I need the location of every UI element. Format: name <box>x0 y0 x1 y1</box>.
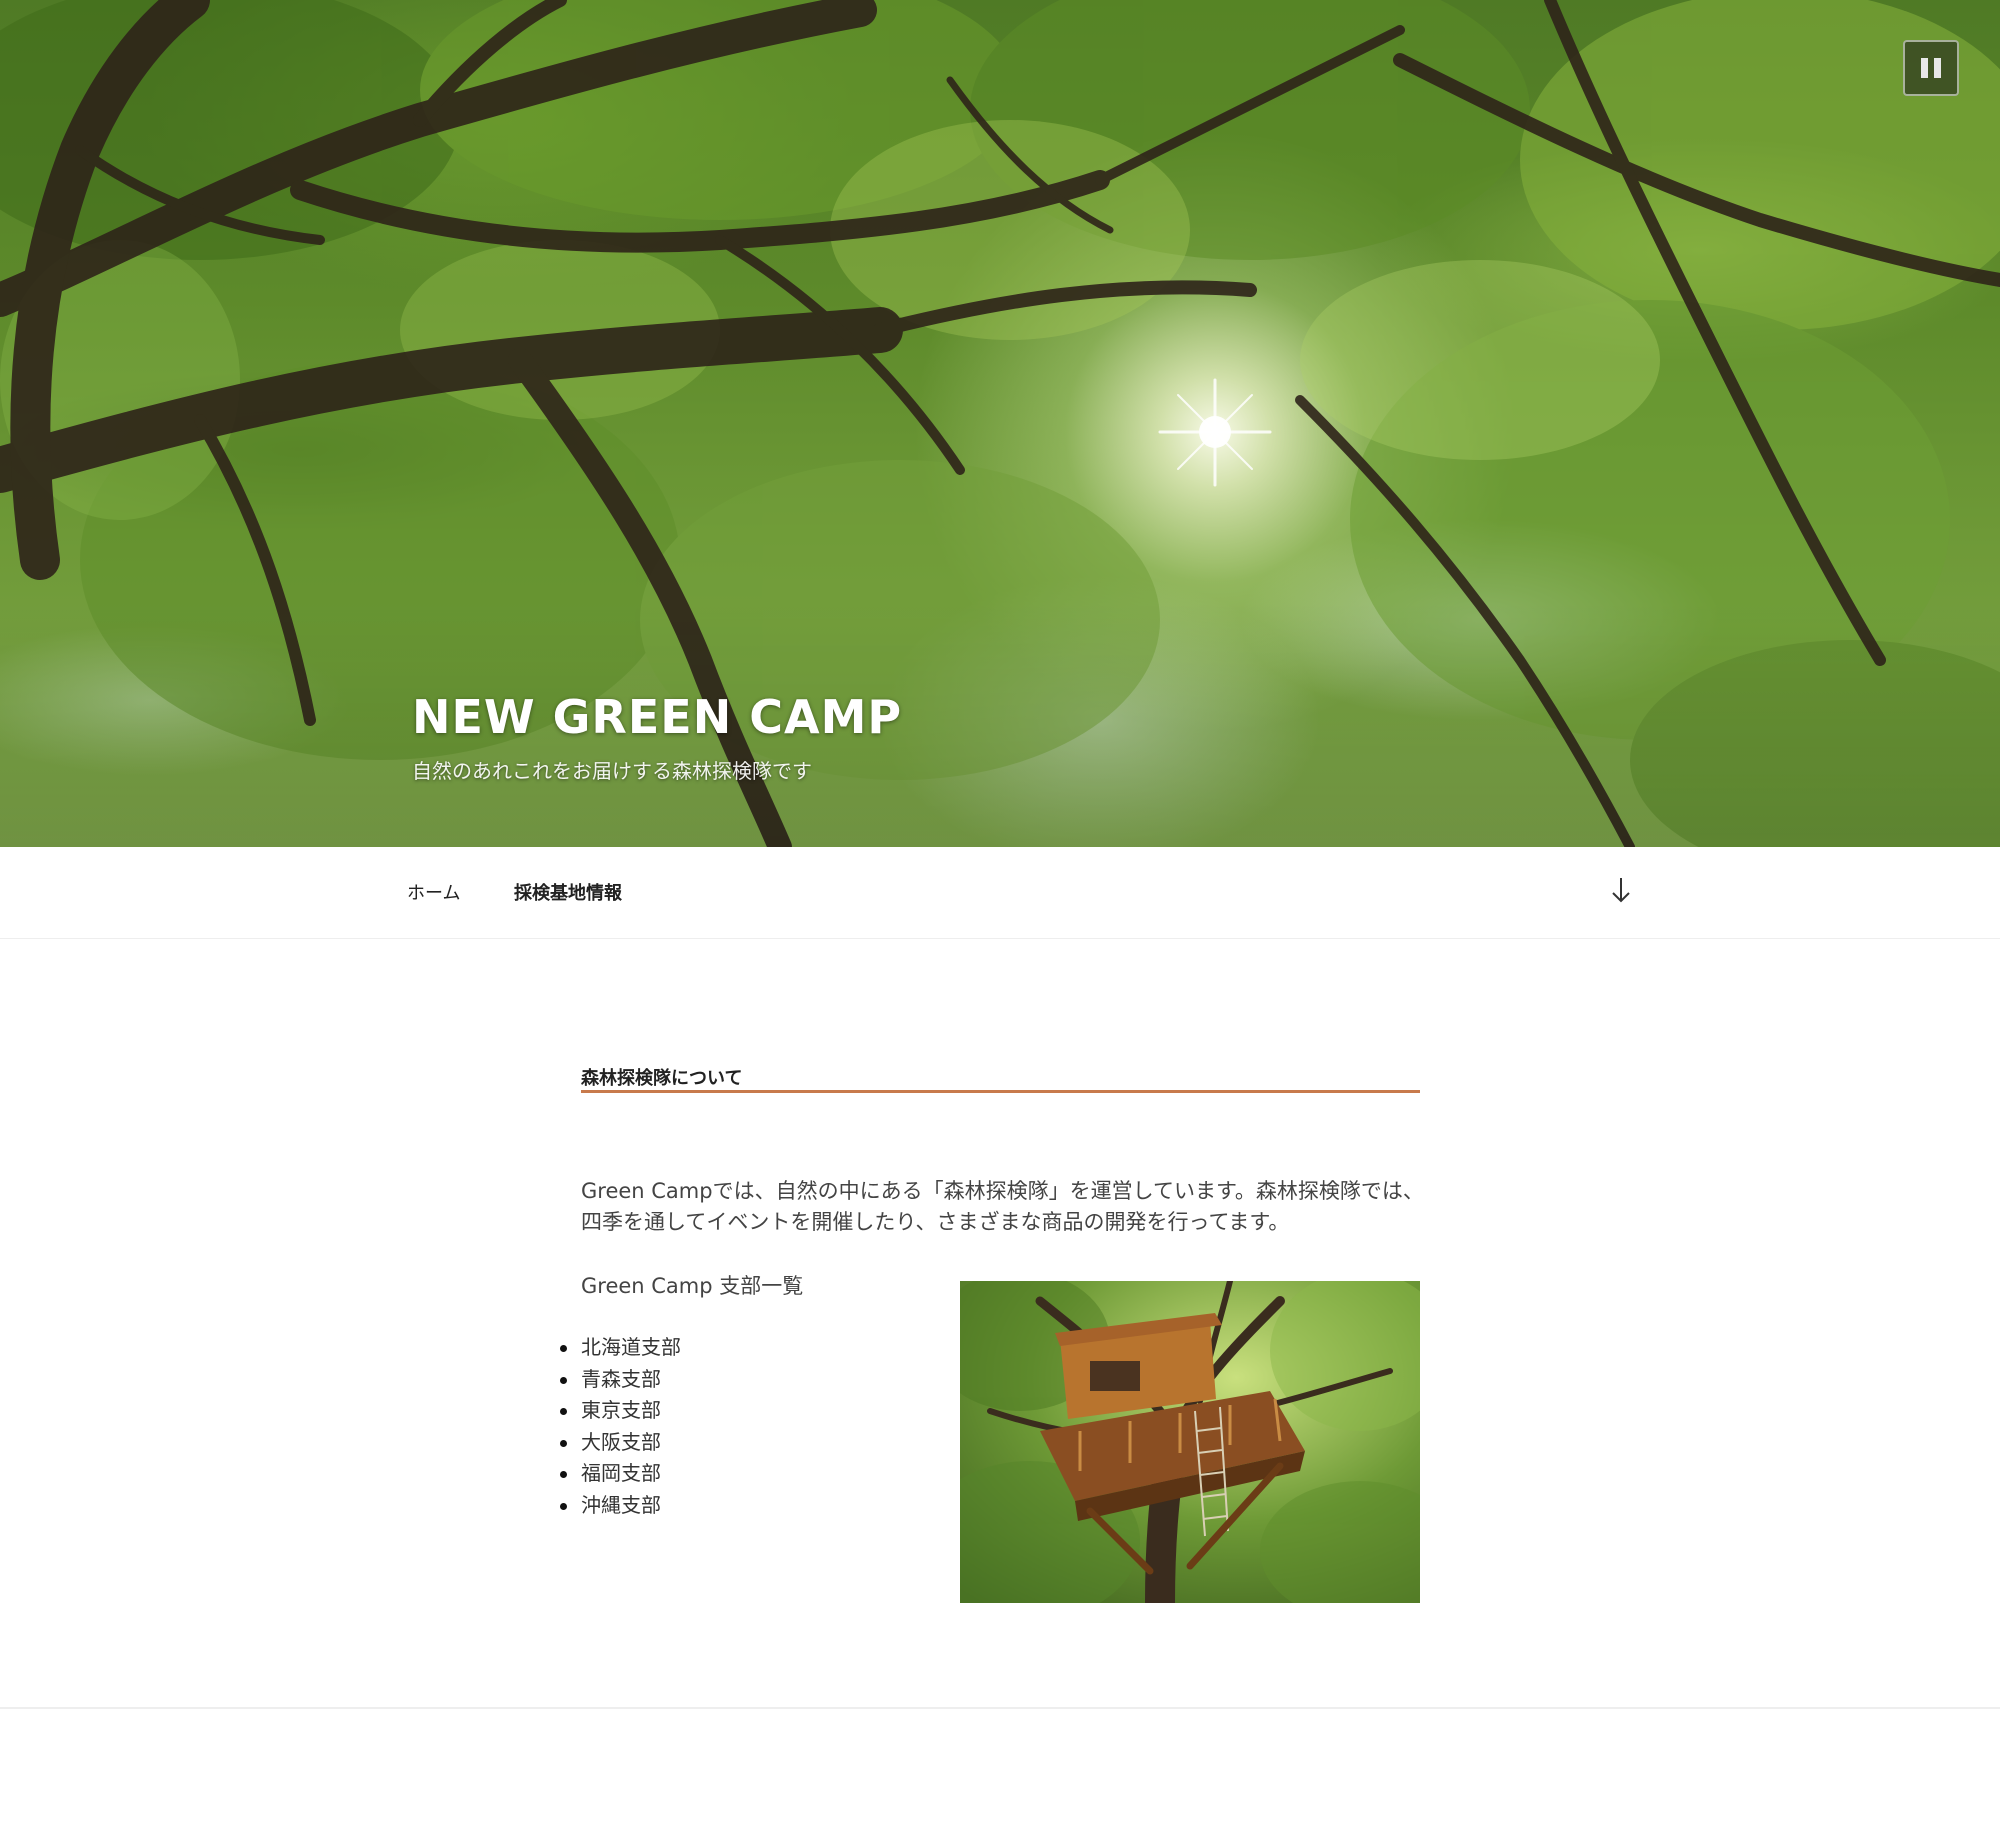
treehouse-image <box>960 1281 1420 1603</box>
pause-icon <box>1921 58 1928 78</box>
section-title: 森林探検隊について <box>581 1068 743 1089</box>
forest-canopy-image <box>0 0 2000 847</box>
hero-header: NEW GREEN CAMP 自然のあれこれをお届けする森林探検隊です <box>0 0 2000 847</box>
branch-list: 北海道支部 青森支部 東京支部 大阪支部 福岡支部 沖縄支部 <box>560 1332 681 1521</box>
pause-icon-bar <box>1934 58 1941 78</box>
list-item: 沖縄支部 <box>560 1490 681 1522</box>
list-item: 大阪支部 <box>560 1427 681 1459</box>
video-pause-button[interactable] <box>1903 40 1959 96</box>
main-navigation: ホーム 採検基地情報 <box>0 847 2000 939</box>
list-item: 東京支部 <box>560 1395 681 1427</box>
footer-divider <box>0 1707 2000 1709</box>
nav-item-home[interactable]: ホーム <box>407 879 460 905</box>
branch-list-heading: Green Camp 支部一覧 <box>581 1274 804 1298</box>
arrow-down-icon[interactable] <box>1608 873 1634 907</box>
list-item: 青森支部 <box>560 1364 681 1396</box>
intro-paragraph: Green Campでは、自然の中にある「森林探検隊」を運営しています。森林探検… <box>581 1179 1424 1234</box>
list-item: 福岡支部 <box>560 1458 681 1490</box>
site-title[interactable]: NEW GREEN CAMP <box>412 690 902 744</box>
nav-item-base-info[interactable]: 採検基地情報 <box>514 879 622 905</box>
site-tagline: 自然のあれこれをお届けする森林探検隊です <box>412 759 812 783</box>
list-item: 北海道支部 <box>560 1332 681 1364</box>
section-divider <box>581 1090 1420 1093</box>
